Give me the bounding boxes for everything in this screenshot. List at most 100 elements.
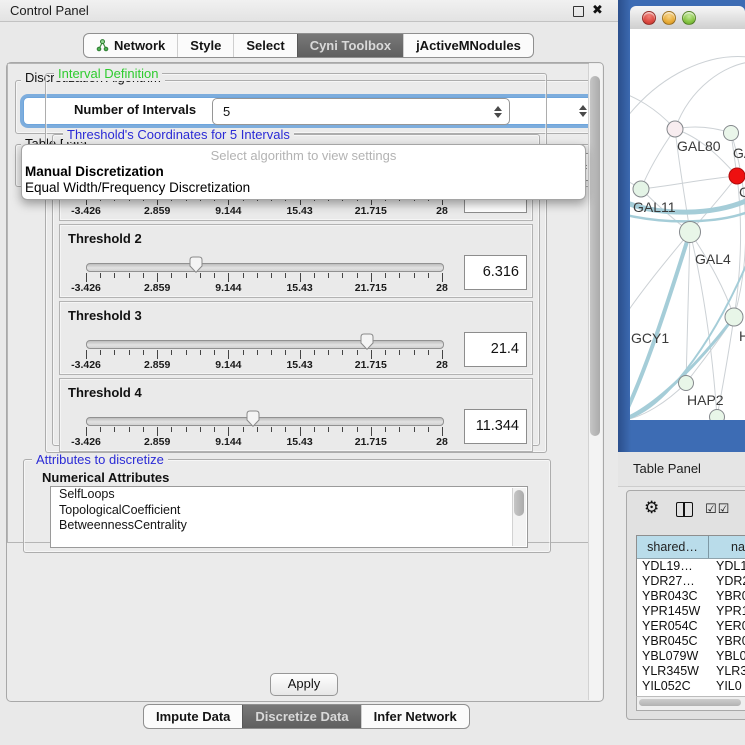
slider-thumb[interactable] <box>246 410 260 427</box>
threshold-value[interactable]: 21.4 <box>464 332 527 367</box>
threshold-value[interactable]: 6.316 <box>464 255 527 290</box>
slider-track[interactable] <box>86 417 444 426</box>
number-of-intervals-label: Number of Intervals <box>74 102 196 117</box>
threshold-slider[interactable]: -3.4262.8599.14415.4321.71528 <box>86 225 442 297</box>
minimize-traffic-icon[interactable] <box>662 11 676 25</box>
label-h-clipped: H <box>739 328 745 344</box>
node-hap2[interactable] <box>679 376 694 391</box>
threshold-slider[interactable]: -3.4262.8599.14415.4321.71528 <box>86 379 442 451</box>
tab-impute-data[interactable]: Impute Data <box>144 705 242 728</box>
checkbox-icon[interactable]: ☑ <box>718 501 731 516</box>
table-row[interactable]: YLR345WYLR3 <box>637 664 745 679</box>
table-panel-titlebar: Table Panel <box>618 452 745 487</box>
table-row[interactable]: YDR27…YDR2 <box>637 574 745 589</box>
table-cell-shared-name: YER054C <box>637 619 708 634</box>
node-bottom-clipped[interactable] <box>710 410 725 421</box>
dropdown-option-manual[interactable]: Manual Discretization <box>22 164 585 180</box>
slider-tick-labels: -3.4262.8599.14415.4321.71528 <box>86 359 442 371</box>
table-row[interactable]: YBR045CYBR0 <box>637 634 745 649</box>
table-header-row: shared… na <box>637 536 745 559</box>
node-table[interactable]: shared… na YDL19…YDL1YDR27…YDR2YBR043CYB… <box>636 535 745 711</box>
table-cell-shared-name: YLR345W <box>637 664 708 679</box>
tab-jactivemnodules[interactable]: jActiveMNodules <box>403 34 533 57</box>
node-gal4[interactable] <box>680 222 701 243</box>
bottom-tabs: Impute Data Discretize Data Infer Networ… <box>143 704 470 729</box>
table-row[interactable]: YDL19…YDL1 <box>637 559 745 574</box>
table-row[interactable]: YER054CYER0 <box>637 619 745 634</box>
attribute-list-item[interactable]: BetweennessCentrality <box>51 518 527 534</box>
tab-network[interactable]: Network <box>84 34 177 57</box>
table-cell-shared-name: YDL19… <box>637 559 708 574</box>
numerical-attributes-list[interactable]: SelfLoopsTopologicalCoefficientBetweenne… <box>50 486 528 543</box>
node-gal80[interactable] <box>667 121 683 137</box>
tab-cyni-toolbox[interactable]: Cyni Toolbox <box>297 34 403 57</box>
label-gcy1: GCY1 <box>631 330 669 346</box>
column-header-name[interactable]: na <box>709 536 745 558</box>
dropdown-hint: Select algorithm to view settings <box>22 147 585 164</box>
table-row[interactable]: YIL052CYIL0 <box>637 679 745 694</box>
node-h-clipped[interactable] <box>725 308 743 326</box>
table-cell-name: YIL0 <box>708 679 745 694</box>
checkbox-icon[interactable]: ☑ <box>705 501 718 516</box>
tab-network-label: Network <box>114 34 165 57</box>
table-cell-shared-name: YBL079W <box>637 649 708 664</box>
label-gal11: GAL11 <box>633 199 676 215</box>
close-panel-icon[interactable]: ✖ <box>592 2 603 18</box>
checkbox-icons[interactable]: ☑☑ <box>705 501 730 517</box>
list-scrollbar[interactable] <box>512 488 526 543</box>
interval-definition-title: Interval Definition <box>54 67 162 81</box>
tab-discretize-data[interactable]: Discretize Data <box>242 705 360 728</box>
control-panel-titlebar: Control Panel ✖ <box>0 0 618 22</box>
tab-infer-network[interactable]: Infer Network <box>361 705 469 728</box>
table-cell-shared-name: YDR27… <box>637 574 708 589</box>
table-scrollbar-thumb[interactable] <box>639 699 741 706</box>
threshold-slider[interactable]: -3.4262.8599.14415.4321.71528 <box>86 302 442 374</box>
threshold-value[interactable]: 11.344 <box>464 409 527 444</box>
list-scrollbar-thumb[interactable] <box>514 490 524 516</box>
numerical-attributes-label: Numerical Attributes <box>42 470 169 485</box>
network-canvas[interactable]: GAL80 GA C GAL11 GAL4 GCY1 H HAP2 <box>630 29 745 420</box>
slider-thumb[interactable] <box>189 256 203 273</box>
close-traffic-icon[interactable] <box>642 11 656 25</box>
table-body: YDL19…YDL1YDR27…YDR2YBR043CYBR0YPR145WYP… <box>637 559 745 694</box>
table-cell-shared-name: YBR043C <box>637 589 708 604</box>
threshold-row: Threshold 3-3.4262.8599.14415.4321.71528… <box>59 301 533 375</box>
attribute-list-item[interactable]: SelfLoops <box>51 487 527 503</box>
threshold-row: Threshold 2-3.4262.8599.14415.4321.71528… <box>59 224 533 298</box>
node-red[interactable] <box>729 168 745 184</box>
gear-icon[interactable]: ⚙ <box>644 498 659 518</box>
node-gal-clipped[interactable] <box>724 126 739 141</box>
spinner-stepper-icon[interactable] <box>494 106 502 118</box>
table-cell-name: YDR2 <box>708 574 745 589</box>
table-row[interactable]: YBR043CYBR0 <box>637 589 745 604</box>
node-gal11[interactable] <box>633 181 649 197</box>
table-cell-name: YLR3 <box>708 664 745 679</box>
table-cell-name: YDL1 <box>708 559 745 574</box>
dropdown-option-equal-width[interactable]: Equal Width/Frequency Discretization <box>22 180 585 196</box>
table-row[interactable]: YPR145WYPR1 <box>637 604 745 619</box>
number-of-intervals-value: 5 <box>223 104 230 119</box>
tab-select[interactable]: Select <box>233 34 296 57</box>
combo-stepper-icon[interactable] <box>579 105 587 117</box>
interval-definition-group: Interval Definition Number of Intervals … <box>45 73 547 453</box>
zoom-traffic-icon[interactable] <box>682 11 696 25</box>
column-header-shared-name[interactable]: shared… <box>637 536 709 558</box>
slider-track[interactable] <box>86 340 444 349</box>
slider-thumb[interactable] <box>360 333 374 350</box>
attributes-group-title: Attributes to discretize <box>32 453 168 467</box>
table-cell-shared-name: YIL052C <box>637 679 708 694</box>
slider-track[interactable] <box>86 263 444 272</box>
float-panel-icon[interactable] <box>573 6 584 17</box>
attribute-list-item[interactable]: TopologicalCoefficient <box>51 503 527 519</box>
split-columns-icon[interactable] <box>676 502 693 517</box>
network-graph: GAL80 GA C GAL11 GAL4 GCY1 H HAP2 <box>630 29 745 420</box>
settings-scrollbar[interactable] <box>588 64 589 543</box>
table-cell-name: YBR0 <box>708 634 745 649</box>
table-row[interactable]: YBL079WYBL0 <box>637 649 745 664</box>
number-of-intervals-spinner[interactable]: 5 <box>212 98 510 125</box>
apply-button[interactable]: Apply <box>270 673 338 696</box>
table-cell-shared-name: YBR045C <box>637 634 708 649</box>
tab-style[interactable]: Style <box>177 34 233 57</box>
slider-tick-labels: -3.4262.8599.14415.4321.71528 <box>86 282 442 294</box>
table-horizontal-scrollbar[interactable] <box>636 696 745 711</box>
